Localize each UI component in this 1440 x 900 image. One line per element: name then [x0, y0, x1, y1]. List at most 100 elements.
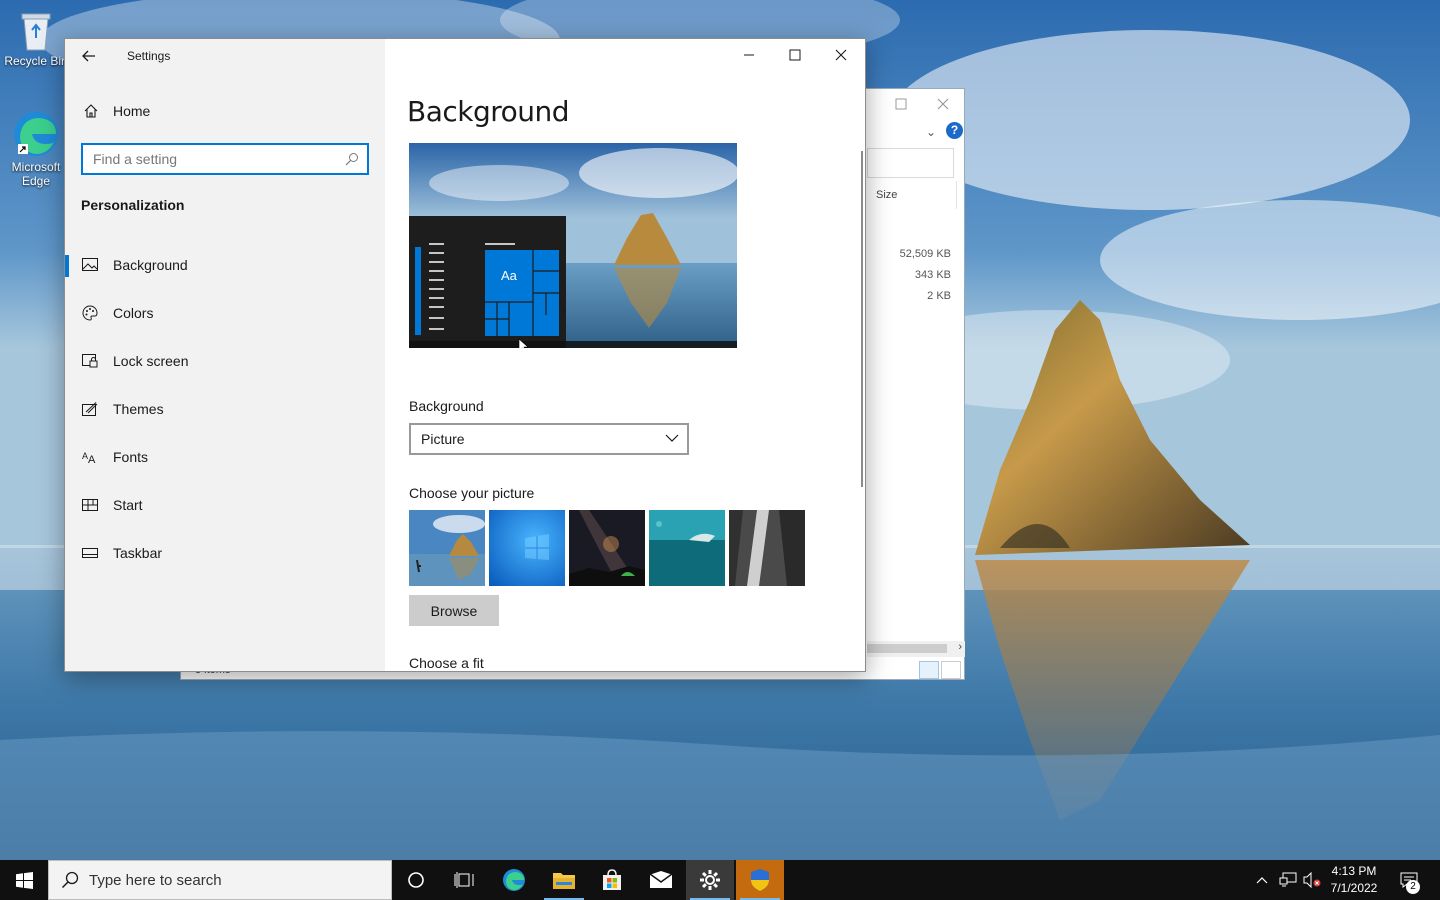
details-view-icon[interactable] [919, 661, 939, 679]
palette-icon [81, 304, 99, 322]
settings-nav-pane: Settings Home Personalization Background… [65, 39, 385, 671]
file-size: 343 KB [914, 269, 951, 281]
close-icon [835, 49, 847, 61]
clock-time: 4:13 PM [1331, 864, 1377, 878]
background-settings-page: Background Aa Background Picture Choose … [385, 39, 865, 671]
choose-fit-label: Choose a fit [409, 655, 484, 671]
browse-button[interactable]: Browse [409, 595, 499, 626]
chevron-up-icon [1256, 877, 1268, 884]
home-nav-item[interactable]: Home [83, 103, 150, 119]
mail-icon [649, 871, 673, 888]
recycle-bin-icon[interactable]: Recycle Bin [4, 8, 68, 68]
lock-screen-icon [81, 352, 99, 370]
folder-icon [553, 873, 575, 889]
maximize-icon [789, 49, 801, 61]
edge-icon [503, 869, 525, 891]
picture-thumbnail-rock-waterfall[interactable] [729, 510, 805, 586]
nav-item-label: Start [113, 497, 143, 513]
background-type-label: Background [409, 398, 484, 414]
maximize-button[interactable] [772, 39, 818, 71]
back-arrow-icon [82, 50, 95, 62]
scroll-right-arrow-icon[interactable]: › [958, 641, 962, 653]
task-view-icon [454, 872, 474, 888]
shield-icon [751, 869, 769, 891]
network-icon [1279, 872, 1297, 887]
cortana-button[interactable] [392, 860, 440, 900]
vertical-scrollbar[interactable] [861, 151, 863, 487]
nav-item-themes[interactable]: Themes [65, 389, 385, 429]
taskbar-search[interactable] [48, 860, 392, 900]
maximize-icon[interactable] [886, 96, 916, 112]
themes-icon [81, 400, 99, 418]
nav-item-background[interactable]: Background [65, 245, 385, 285]
taskbar-icon [81, 544, 99, 562]
picture-thumbnail-night-sky[interactable] [569, 510, 645, 586]
edge-taskbar-button[interactable] [490, 860, 538, 900]
background-preview: Aa [409, 143, 737, 348]
help-icon[interactable]: ? [946, 122, 963, 139]
mail-taskbar-button[interactable] [637, 860, 685, 900]
microsoft-edge-icon[interactable]: Microsoft Edge [4, 110, 68, 188]
background-type-dropdown[interactable]: Picture [409, 423, 689, 455]
window-title: Settings [127, 49, 171, 63]
notification-count-badge: 2 [1406, 880, 1420, 894]
recycle-bin-graphic [21, 13, 51, 51]
file-size: 2 KB [927, 290, 951, 302]
file-explorer-taskbar-button[interactable] [540, 860, 588, 900]
store-taskbar-button[interactable] [588, 860, 636, 900]
minimize-button[interactable] [726, 39, 772, 71]
find-setting-input[interactable] [83, 145, 333, 173]
clock-date: 7/1/2022 [1330, 881, 1378, 895]
close-icon[interactable] [931, 95, 955, 113]
nav-item-taskbar[interactable]: Taskbar [65, 533, 385, 573]
security-taskbar-button[interactable] [736, 860, 784, 900]
scrollbar-thumb[interactable] [867, 644, 947, 653]
search-icon[interactable] [345, 152, 359, 166]
background-type-value: Picture [421, 431, 465, 447]
explorer-search-input[interactable] [867, 148, 954, 178]
minimize-icon [744, 54, 754, 56]
recycle-bin-label: Recycle Bin [4, 54, 68, 68]
cortana-icon [408, 872, 424, 888]
preview-tile-text: Aa [501, 268, 518, 283]
taskbar-search-input[interactable] [89, 871, 369, 889]
system-clock[interactable]: 4:13 PM 7/1/2022 [1318, 863, 1390, 897]
store-icon [603, 869, 621, 890]
home-label: Home [113, 103, 151, 119]
expand-ribbon-chevron-icon[interactable]: ⌄ [926, 125, 936, 139]
large-icons-view-icon[interactable] [941, 661, 961, 679]
horizontal-scrollbar[interactable]: › [867, 641, 965, 657]
nav-item-lock-screen[interactable]: Lock screen [65, 341, 385, 381]
nav-item-label: Fonts [113, 449, 149, 465]
settings-window[interactable]: Settings Home Personalization Background… [64, 38, 866, 672]
section-title: Personalization [81, 197, 185, 213]
fonts-icon: AA [81, 448, 99, 466]
nav-item-label: Lock screen [113, 353, 189, 369]
picture-thumbnail-windows-blue[interactable] [489, 510, 565, 586]
picture-thumbnail-underwater[interactable] [649, 510, 725, 586]
start-button[interactable] [0, 860, 48, 900]
nav-item-label: Background [113, 257, 188, 273]
settings-taskbar-button[interactable] [686, 860, 734, 900]
choose-picture-label: Choose your picture [409, 485, 535, 501]
nav-item-fonts[interactable]: AA Fonts [65, 437, 385, 477]
nav-item-colors[interactable]: Colors [65, 293, 385, 333]
network-tray-button[interactable] [1276, 860, 1300, 900]
task-view-button[interactable] [440, 860, 488, 900]
picture-thumbnail-beach[interactable] [409, 510, 485, 586]
close-button[interactable] [818, 39, 864, 71]
windows-logo-icon [15, 871, 33, 889]
show-hidden-icons-button[interactable] [1250, 860, 1274, 900]
chevron-down-icon [665, 434, 679, 442]
size-column-header[interactable]: Size [876, 189, 897, 201]
back-button[interactable] [77, 45, 101, 67]
nav-item-start[interactable]: Start [65, 485, 385, 525]
taskbar: 4:13 PM 7/1/2022 2 [0, 860, 1440, 900]
find-setting-search[interactable] [81, 143, 369, 175]
nav-item-label: Colors [113, 305, 154, 321]
search-icon [61, 871, 79, 889]
home-icon [84, 104, 98, 118]
gear-icon [700, 870, 720, 890]
nav-item-label: Taskbar [113, 545, 163, 561]
microsoft-edge-label: Microsoft Edge [11, 160, 61, 188]
